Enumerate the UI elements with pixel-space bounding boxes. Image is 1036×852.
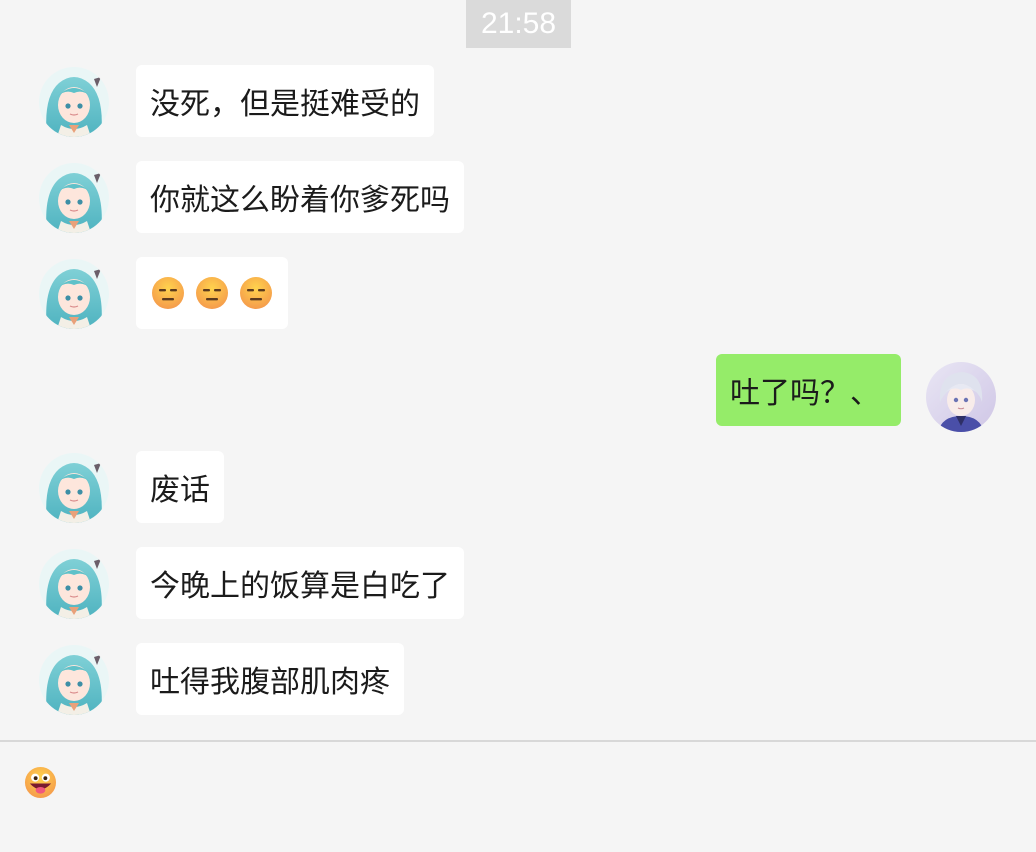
message-bubble: 废话 [136,451,224,523]
message-bubble: 吐得我腹部肌肉疼 [136,643,404,715]
avatar[interactable] [39,259,109,329]
message-bubble [136,257,288,329]
avatar[interactable] [39,163,109,233]
expressionless-face-icon [151,276,185,310]
message-row: 吐得我腹部肌肉疼 [0,643,1036,717]
grinning-tongue-face-icon[interactable] [24,766,57,799]
avatar[interactable] [39,549,109,619]
message-row: 今晚上的饭算是白吃了 [0,547,1036,621]
message-row [0,257,1036,331]
message-bubble: 没死，但是挺难受的 [136,65,434,137]
message-row: 你就这么盼着你爹死吗 [0,161,1036,235]
message-bubble: 你就这么盼着你爹死吗 [136,161,464,233]
avatar[interactable] [39,67,109,137]
avatar[interactable] [39,645,109,715]
message-bubble-self: 吐了吗？、 [716,354,901,426]
message-row: 吐了吗？、 [0,354,1036,428]
message-row: 没死，但是挺难受的 [0,65,1036,139]
avatar[interactable] [39,453,109,523]
expressionless-face-icon [195,276,229,310]
expressionless-face-icon [239,276,273,310]
message-bubble: 今晚上的饭算是白吃了 [136,547,464,619]
message-row: 废话 [0,451,1036,525]
message-input-area[interactable] [0,740,1036,852]
timestamp: 21:58 [466,0,571,48]
avatar-self[interactable] [926,362,996,432]
